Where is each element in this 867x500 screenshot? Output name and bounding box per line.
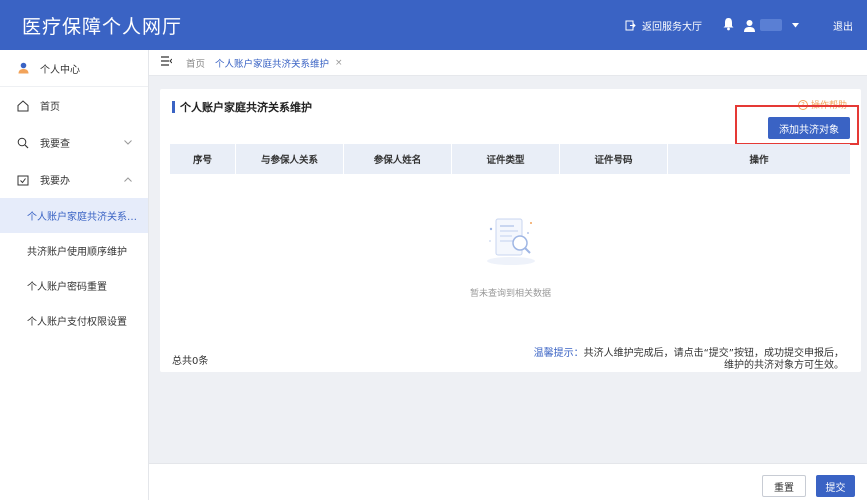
- sidebar-subitem-password-reset[interactable]: 个人账户密码重置: [0, 268, 148, 303]
- title-accent-bar: [172, 101, 175, 113]
- tab-close-icon[interactable]: ×: [335, 58, 343, 68]
- sidebar-subitem-account-order[interactable]: 共济账户使用顺序维护: [0, 233, 148, 268]
- sidebar: 个人中心 首页 我要查 我要办 个人账户家庭共济关系… 共济账户使用顺序维护 个…: [0, 50, 149, 500]
- user-name-mask: [760, 19, 782, 31]
- sidebar-item-label: 我要办: [40, 176, 70, 187]
- empty-state-text: 暂未查询到相关数据: [469, 289, 551, 299]
- column-header: 证件类型: [452, 144, 560, 174]
- exit-door-icon: [625, 20, 636, 30]
- add-button-highlight: 添加共济对象: [735, 105, 859, 145]
- chevron-down-icon: [124, 138, 132, 148]
- add-dependent-button[interactable]: 添加共济对象: [768, 117, 850, 139]
- menu-toggle-icon[interactable]: [161, 56, 173, 69]
- user-menu[interactable]: [743, 19, 799, 32]
- sidebar-item-label: 我要查: [40, 139, 70, 150]
- chevron-up-icon: [124, 175, 132, 185]
- tab-bar: 首页 个人账户家庭共济关系维护 ×: [149, 50, 867, 76]
- sidebar-item-home[interactable]: 首页: [0, 87, 148, 124]
- column-header: 参保人姓名: [344, 144, 452, 174]
- bottom-action-bar: 重置 提交: [149, 463, 867, 500]
- column-header: 证件号码: [560, 144, 668, 174]
- tip-label: 温馨提示：: [533, 348, 584, 359]
- total-count: 总共0条: [172, 356, 209, 367]
- header-actions: 返回服务大厅 退出: [625, 0, 853, 50]
- caret-down-icon: [792, 22, 799, 27]
- warm-tip: 温馨提示：共济人维护完成后，请点击“提交”按钮，成功提交申报后， 维护的共济对象…: [484, 348, 844, 372]
- card-title: 个人账户家庭共济关系维护: [172, 99, 312, 115]
- card-title-text: 个人账户家庭共济关系维护: [180, 101, 312, 114]
- sidebar-subitem-payment-permission[interactable]: 个人账户支付权限设置: [0, 303, 148, 338]
- sidebar-item-query[interactable]: 我要查: [0, 124, 148, 161]
- todo-icon: [16, 174, 30, 186]
- tab-family-account[interactable]: 个人账户家庭共济关系维护 ×: [215, 56, 343, 70]
- family-account-card: 个人账户家庭共济关系维护 ? 操作帮助 添加共济对象 序号 与参保人关系 参保人…: [160, 89, 861, 372]
- tab-family-account-label: 个人账户家庭共济关系维护: [215, 58, 330, 70]
- column-header: 与参保人关系: [236, 144, 344, 174]
- sidebar-item-handle[interactable]: 我要办: [0, 161, 148, 198]
- table-header: 序号 与参保人关系 参保人姓名 证件类型 证件号码 操作: [170, 144, 850, 174]
- search-icon: [16, 137, 30, 149]
- logout-link[interactable]: 退出: [833, 18, 853, 33]
- reset-button[interactable]: 重置: [762, 475, 806, 497]
- sidebar-subitem-family-account[interactable]: 个人账户家庭共济关系…: [0, 198, 148, 233]
- empty-data-illustration: [486, 218, 535, 265]
- user-avatar-icon: [744, 19, 755, 32]
- sidebar-profile[interactable]: 个人中心: [0, 50, 148, 87]
- column-header: 序号: [170, 144, 236, 174]
- sidebar-item-label: 首页: [40, 102, 60, 113]
- user-center-icon: [16, 62, 30, 74]
- tab-home[interactable]: 首页: [186, 56, 205, 70]
- tip-line-2: 维护的共济对象方可生效。: [724, 360, 844, 371]
- back-to-hall-link[interactable]: 返回服务大厅: [625, 18, 702, 33]
- notification-bell-icon[interactable]: [722, 17, 735, 34]
- top-header: 医疗保障个人网厅 返回服务大厅 退出: [0, 0, 867, 50]
- column-header: 操作: [749, 155, 769, 166]
- home-icon: [16, 99, 30, 112]
- sidebar-profile-label: 个人中心: [40, 64, 80, 76]
- app-title: 医疗保障个人网厅: [22, 16, 183, 38]
- back-to-hall-label: 返回服务大厅: [642, 21, 702, 33]
- submit-button[interactable]: 提交: [816, 475, 855, 497]
- tip-line-1: 共济人维护完成后，请点击“提交”按钮，成功提交申报后，: [583, 348, 844, 359]
- empty-state: [160, 209, 861, 272]
